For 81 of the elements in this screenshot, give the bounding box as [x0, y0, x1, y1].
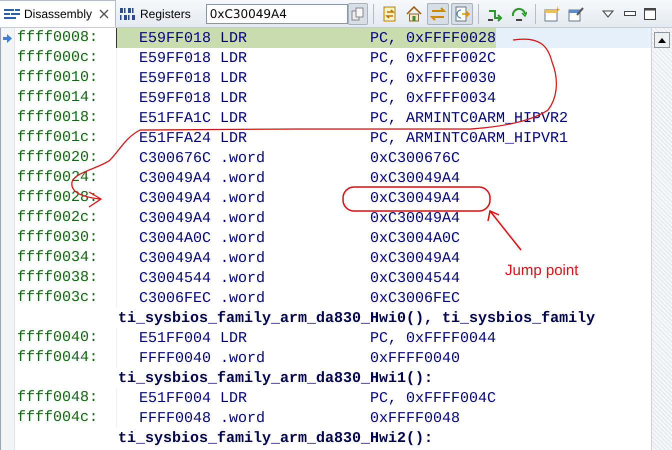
- operand-text: 0xC3004544: [370, 270, 460, 286]
- opcode-text: C3004544: [139, 270, 212, 286]
- mnemonic-text: LDR: [220, 330, 248, 346]
- annotation-text: Jump point: [505, 262, 578, 279]
- opcode-text: C3006FEC: [139, 290, 212, 306]
- mnemonic-text: LDR: [220, 30, 248, 46]
- mnemonic-text: .word: [220, 270, 266, 286]
- operand-text: PC, 0xFFFF0044: [370, 330, 496, 346]
- close-icon[interactable]: [99, 9, 110, 19]
- mnemonic-text: LDR: [220, 90, 248, 106]
- mnemonic-text: .word: [220, 170, 266, 186]
- operand-text: 0xFFFF0040: [370, 350, 460, 366]
- view-tab[interactable]: Registers: [116, 0, 198, 27]
- mnemonic-text: LDR: [220, 50, 248, 66]
- binary-grid-icon: [120, 7, 136, 21]
- curved-arrow-icon: [510, 6, 527, 22]
- list-icon: [4, 8, 20, 20]
- operand-text: PC, 0xFFFF0030: [370, 70, 496, 86]
- opcode-text: E59FF018: [139, 90, 212, 106]
- operand-text: 0xC30049A4: [370, 170, 460, 186]
- mnemonic-text: .word: [220, 250, 266, 266]
- operand-text: PC, 0xFFFF002C: [370, 50, 496, 66]
- document-arrows-icon: [382, 6, 398, 22]
- operand-text: PC, 0xFFFF0028: [370, 30, 496, 46]
- window-pin-icon: [568, 6, 584, 22]
- address-field[interactable]: 0xC30049A4: [206, 4, 348, 24]
- scroll-up-button[interactable]: [654, 32, 670, 48]
- address-text: ffff0008:: [15, 28, 116, 48]
- opcode-text: E51FF004: [139, 330, 212, 346]
- mnemonic-text: .word: [220, 150, 266, 166]
- mnemonic-text: LDR: [220, 110, 248, 126]
- opcode-text: E51FF004: [139, 390, 212, 406]
- mnemonic-text: .word: [220, 210, 266, 226]
- opcode-text: C30049A4: [139, 250, 212, 266]
- minimize-icon[interactable]: [624, 10, 636, 16]
- mnemonic-text: .word: [220, 350, 266, 366]
- operand-text: 0xC30049A4: [370, 190, 460, 206]
- scrollbar[interactable]: [651, 28, 672, 450]
- opcode-text: C30049A4: [139, 210, 212, 226]
- view-menu-icon[interactable]: [602, 10, 614, 18]
- opcode-text: FFFF0040: [139, 350, 212, 366]
- operand-text: PC, 0xFFFF004C: [370, 390, 496, 406]
- opcode-text: E59FF018: [139, 30, 212, 46]
- opcode-text: C3004A0C: [139, 230, 212, 246]
- operand-text: PC, 0xFFFF0034: [370, 90, 496, 106]
- mnemonic-text: .word: [220, 290, 266, 306]
- document-arrow-icon: [454, 6, 470, 22]
- opcode-text: E59FF018: [139, 70, 212, 86]
- function-label: ti_sysbios_family_arm_da830_Hwi0(), ti_sysbios_family: [118, 310, 596, 326]
- function-label: ti_sysbios_family_arm_da830_Hwi2():: [118, 430, 434, 446]
- operand-text: PC, ARMINTC0ARM_HIPVR1: [370, 130, 568, 146]
- operand-text: 0xC30049A4: [370, 250, 460, 266]
- house-icon: [406, 6, 422, 22]
- mnemonic-text: LDR: [220, 70, 248, 86]
- mnemonic-text: LDR: [220, 130, 248, 146]
- maximize-icon[interactable]: [644, 8, 656, 20]
- opcode-text: C30049A4: [139, 190, 212, 206]
- operand-text: 0xC30049A4: [370, 210, 460, 226]
- pages-icon: [350, 6, 365, 20]
- operand-text: 0xC300676C: [370, 150, 460, 166]
- toolbar-button[interactable]: [450, 2, 473, 24]
- go-button[interactable]: [348, 2, 368, 24]
- opcode-text: E51FFA1C: [139, 110, 212, 126]
- opcode-text: C30049A4: [139, 170, 212, 186]
- operand-text: 0xC3006FEC: [370, 290, 460, 306]
- up-triangle-icon: [658, 38, 666, 42]
- opcode-text: E59FF018: [139, 50, 212, 66]
- opcode-text: E51FFA24: [139, 130, 212, 146]
- operand-text: 0xC3004A0C: [370, 230, 460, 246]
- mnemonic-text: .word: [220, 230, 266, 246]
- mnemonic-text: .word: [220, 190, 266, 206]
- window-star-icon: [544, 6, 560, 22]
- mnemonic-text: LDR: [220, 390, 248, 406]
- pointer-arrow: [487, 210, 522, 250]
- double-arrow-icon: [430, 6, 446, 22]
- opcode-text: C300676C: [139, 150, 212, 166]
- operand-text: 0xFFFF0048: [370, 410, 460, 426]
- view-tab[interactable]: Disassembly: [0, 0, 116, 27]
- function-label: ti_sysbios_family_arm_da830_Hwi1():: [118, 370, 434, 386]
- opcode-text: FFFF0048: [139, 410, 212, 426]
- mnemonic-text: .word: [220, 410, 266, 426]
